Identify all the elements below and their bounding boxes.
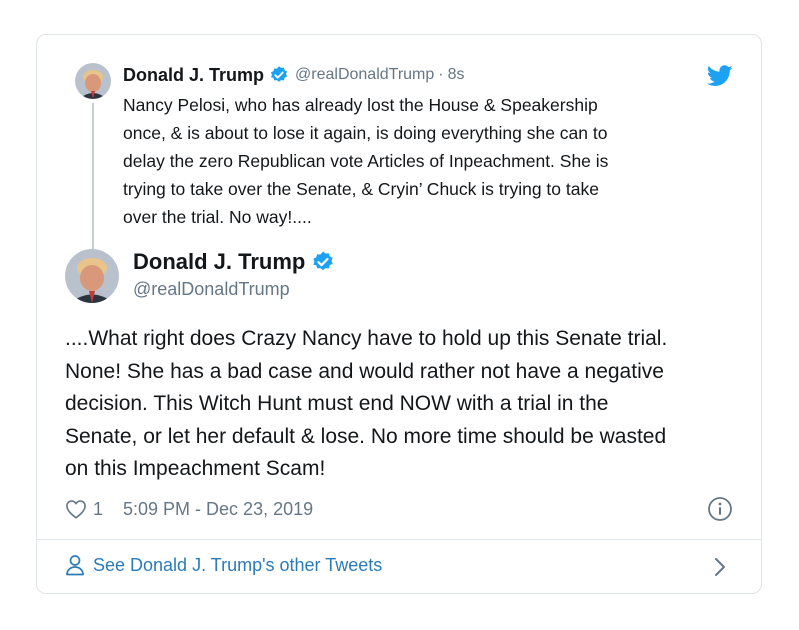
chevron-right-icon[interactable]: [713, 556, 727, 578]
quoted-avatar[interactable]: [75, 63, 111, 99]
embedded-tweet-card: Donald J. Trump @realDonaldTrump · 8s Na…: [36, 34, 762, 594]
author-handle[interactable]: @realDonaldTrump: [133, 279, 290, 300]
quoted-header: Donald J. Trump @realDonaldTrump · 8s: [123, 63, 465, 87]
info-icon[interactable]: [707, 496, 733, 522]
see-other-tweets-label: See Donald J. Trump's other Tweets: [93, 554, 383, 575]
person-icon: [65, 554, 85, 576]
author-name[interactable]: Donald J. Trump: [133, 249, 305, 275]
verified-badge-icon: [269, 65, 289, 85]
quoted-author-handle[interactable]: @realDonaldTrump: [295, 66, 434, 84]
author-name-row: Donald J. Trump: [133, 249, 335, 275]
quoted-tweet-text: Nancy Pelosi, who has already lost the H…: [123, 95, 609, 227]
tweet-timestamp[interactable]: 5:09 PM - Dec 23, 2019: [123, 499, 313, 520]
tweet-meta: 1 5:09 PM - Dec 23, 2019: [65, 495, 313, 523]
verified-badge-icon: [311, 250, 335, 274]
footer: See Donald J. Trump's other Tweets: [37, 540, 761, 594]
tweet-text: ....What right does Crazy Nancy have to …: [65, 327, 668, 480]
thread-connector-line: [92, 103, 94, 249]
see-other-tweets-link[interactable]: See Donald J. Trump's other Tweets: [65, 554, 382, 576]
quoted-timestamp[interactable]: 8s: [448, 66, 465, 84]
twitter-bird-icon[interactable]: [706, 65, 733, 87]
author-avatar[interactable]: [65, 249, 119, 303]
quoted-author-name[interactable]: Donald J. Trump: [123, 65, 264, 86]
like-count: 1: [93, 498, 104, 519]
separator-dot: ·: [438, 66, 444, 83]
heart-icon[interactable]: [65, 499, 87, 519]
